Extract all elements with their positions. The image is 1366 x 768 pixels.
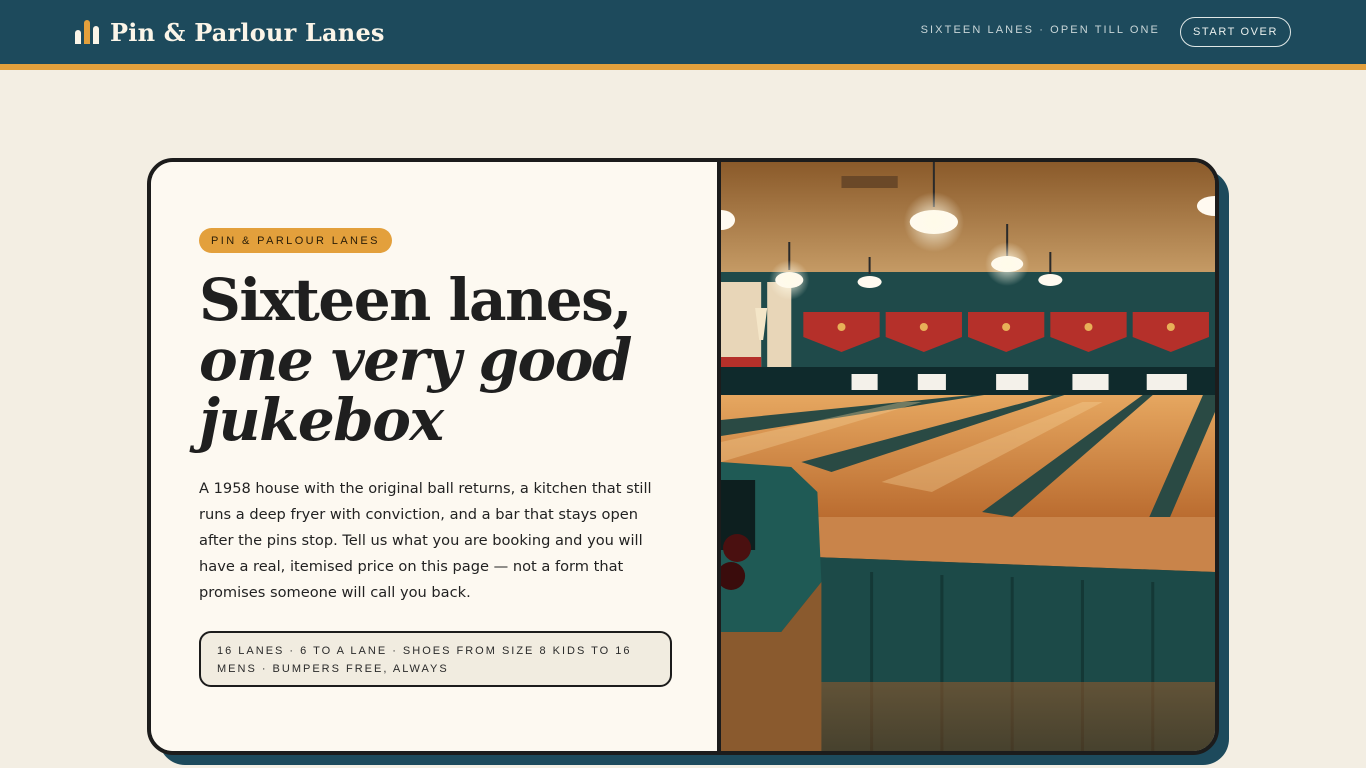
- start-over-button[interactable]: START OVER: [1180, 17, 1291, 47]
- venue-pill: PIN & PARLOUR LANES: [199, 228, 392, 253]
- hero-card: PIN & PARLOUR LANES Sixteen lanes, one v…: [147, 158, 1219, 755]
- hero-body-copy: A 1958 house with the original ball retu…: [199, 480, 652, 601]
- top-bar: Pin & Parlour Lanes SIXTEEN LANES · OPEN…: [0, 0, 1366, 64]
- headline-line-2: one very good jukebox: [199, 326, 632, 454]
- header-tagline: SIXTEEN LANES · OPEN TILL ONE: [920, 24, 1160, 36]
- brand-name: Pin & Parlour Lanes: [110, 17, 385, 47]
- brand[interactable]: Pin & Parlour Lanes: [75, 15, 385, 49]
- hero-text-panel: PIN & PARLOUR LANES Sixteen lanes, one v…: [151, 162, 721, 751]
- header-accent-stripe: [0, 64, 1366, 70]
- headline-line-1: Sixteen lanes,: [199, 266, 632, 334]
- bowling-pins-icon: [75, 20, 99, 44]
- venue-specs: 16 LANES · 6 TO A LANE · SHOES FROM SIZE…: [199, 631, 672, 687]
- bowling-alley-photo: [721, 162, 1215, 751]
- hero-headline: Sixteen lanes, one very good jukebox: [199, 270, 699, 450]
